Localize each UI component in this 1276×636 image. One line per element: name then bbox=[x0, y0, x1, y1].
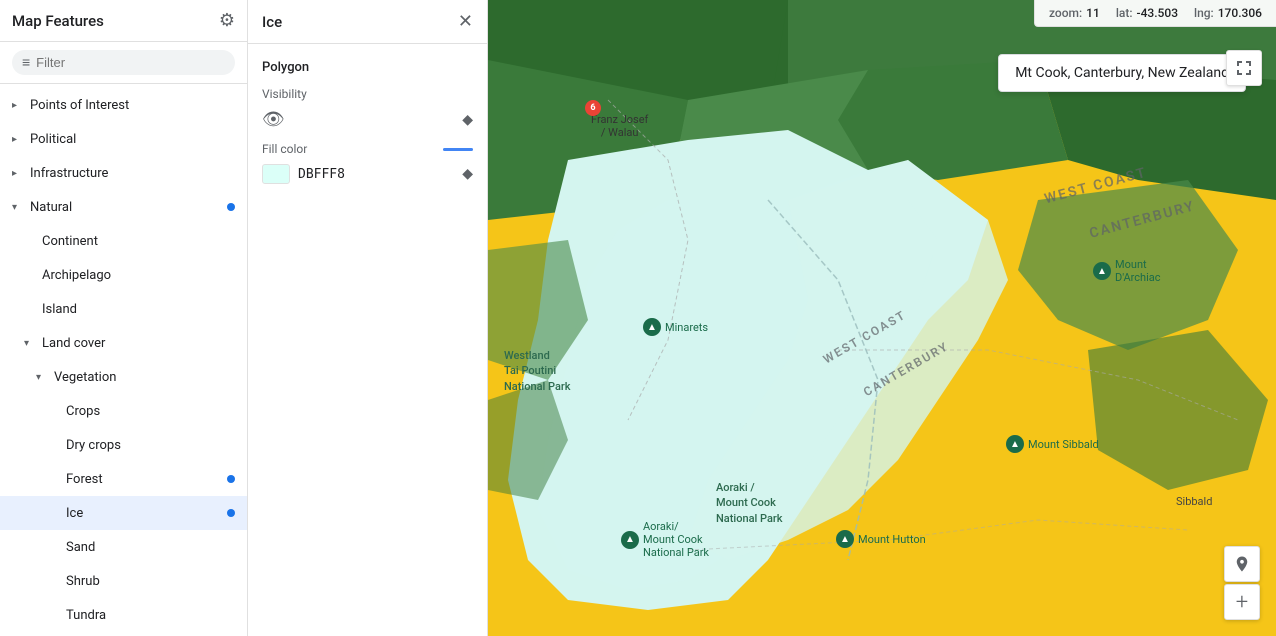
location-button[interactable] bbox=[1224, 546, 1260, 582]
lat-value: -43.503 bbox=[1137, 6, 1179, 20]
visibility-row: 👁 ◆ bbox=[262, 109, 473, 130]
sidebar-item-natural[interactable]: ▾ Natural bbox=[0, 190, 247, 224]
diamond-icon[interactable]: ◆ bbox=[462, 112, 473, 128]
location-tooltip-text: Mt Cook, Canterbury, New Zealand bbox=[1015, 65, 1229, 81]
sidebar-item-points-of-interest[interactable]: ▸ Points of Interest bbox=[0, 88, 247, 122]
filter-icon: ≡ bbox=[22, 54, 30, 71]
lng-label: lng: bbox=[1194, 6, 1214, 20]
sidebar-item-water[interactable]: ▸ Water bbox=[0, 632, 247, 636]
panel-header: Map Features ⚙ bbox=[0, 0, 247, 42]
sidebar-item-label: Ice bbox=[66, 506, 223, 521]
middle-header: Ice ✕ bbox=[248, 0, 487, 44]
sidebar-item-label: Political bbox=[30, 132, 235, 147]
visibility-label: Visibility bbox=[262, 87, 473, 101]
sidebar-item-archipelago[interactable]: Archipelago bbox=[0, 258, 247, 292]
zoom-label: zoom: bbox=[1049, 6, 1082, 20]
westland-label: WestlandTai PoutiniNational Park bbox=[504, 348, 571, 394]
lng-value: 170.306 bbox=[1218, 6, 1262, 20]
fill-color-label: Fill color bbox=[262, 142, 307, 156]
middle-title: Ice bbox=[262, 13, 282, 31]
map-coordinate-bar: zoom: 11 lat: -43.503 lng: 170.306 bbox=[1034, 0, 1276, 27]
sidebar-item-infrastructure[interactable]: ▸ Infrastructure bbox=[0, 156, 247, 190]
sidebar-item-forest[interactable]: Forest bbox=[0, 462, 247, 496]
lat-label: lat: bbox=[1116, 6, 1133, 20]
map-area[interactable]: zoom: 11 lat: -43.503 lng: 170.306 Mt Co… bbox=[488, 0, 1276, 636]
active-dot bbox=[227, 475, 235, 483]
color-line-indicator bbox=[443, 148, 473, 151]
sidebar-item-label: Crops bbox=[66, 404, 235, 419]
color-swatch-row: DBFFF8 ◆ bbox=[262, 164, 473, 184]
sidebar-item-sand[interactable]: Sand bbox=[0, 530, 247, 564]
sidebar-item-shrub[interactable]: Shrub bbox=[0, 564, 247, 598]
lng-display: lng: 170.306 bbox=[1194, 6, 1262, 20]
gear-icon[interactable]: ⚙ bbox=[219, 10, 235, 31]
lat-display: lat: -43.503 bbox=[1116, 6, 1178, 20]
color-swatch[interactable] bbox=[262, 164, 290, 184]
sidebar-item-label: Vegetation bbox=[54, 370, 235, 385]
map-svg bbox=[488, 0, 1276, 636]
franz-josef-marker: 6 bbox=[585, 100, 601, 116]
sidebar-item-continent[interactable]: Continent bbox=[0, 224, 247, 258]
sidebar-item-label: Island bbox=[42, 302, 235, 317]
sidebar-item-label: Forest bbox=[66, 472, 223, 487]
zoom-display: zoom: 11 bbox=[1049, 6, 1100, 20]
property-type: Polygon bbox=[262, 60, 473, 75]
zoom-value: 11 bbox=[1086, 6, 1100, 20]
sidebar-item-vegetation[interactable]: ▾ Vegetation bbox=[0, 360, 247, 394]
sidebar-item-label: Continent bbox=[42, 234, 235, 249]
sidebar-item-tundra[interactable]: Tundra bbox=[0, 598, 247, 632]
filter-bar: ≡ bbox=[0, 42, 247, 84]
sidebar-item-land-cover[interactable]: ▾ Land cover bbox=[0, 326, 247, 360]
aoraki1-label: Aoraki /Mount CookNational Park bbox=[716, 480, 783, 526]
fullscreen-button[interactable] bbox=[1226, 50, 1262, 86]
property-section: Polygon Visibility 👁 ◆ Fill color DBFFF8… bbox=[248, 44, 487, 196]
arrow-icon: ▸ bbox=[12, 168, 24, 179]
sidebar-item-label: Infrastructure bbox=[30, 166, 235, 181]
panel-title: Map Features bbox=[12, 12, 104, 30]
fill-diamond-icon[interactable]: ◆ bbox=[462, 166, 473, 182]
arrow-icon: ▸ bbox=[12, 100, 24, 111]
arrow-icon: ▾ bbox=[24, 338, 36, 349]
sidebar-item-political[interactable]: ▸ Political bbox=[0, 122, 247, 156]
eye-icon[interactable]: 👁 bbox=[262, 109, 285, 130]
active-dot bbox=[227, 203, 235, 211]
sidebar-item-island[interactable]: Island bbox=[0, 292, 247, 326]
arrow-icon: ▾ bbox=[36, 372, 48, 383]
sidebar-item-label: Sand bbox=[66, 540, 235, 555]
sidebar-item-label: Archipelago bbox=[42, 268, 235, 283]
middle-panel: Ice ✕ Polygon Visibility 👁 ◆ Fill color … bbox=[248, 0, 488, 636]
sidebar-item-label: Natural bbox=[30, 200, 223, 215]
sidebar-item-label: Shrub bbox=[66, 574, 235, 589]
map-controls: + bbox=[1224, 546, 1260, 620]
sidebar-item-label: Land cover bbox=[42, 336, 235, 351]
color-hex-value: DBFFF8 bbox=[298, 167, 345, 182]
sidebar-item-crops[interactable]: Crops bbox=[0, 394, 247, 428]
location-tooltip: Mt Cook, Canterbury, New Zealand bbox=[998, 54, 1246, 92]
sidebar-item-dry-crops[interactable]: Dry crops bbox=[0, 428, 247, 462]
sidebar-item-ice[interactable]: Ice bbox=[0, 496, 247, 530]
active-dot bbox=[227, 509, 235, 517]
arrow-icon: ▸ bbox=[12, 134, 24, 145]
filter-input[interactable] bbox=[36, 55, 225, 70]
nav-tree: ▸ Points of Interest ▸ Political ▸ Infra… bbox=[0, 84, 247, 636]
sidebar-item-label: Points of Interest bbox=[30, 98, 235, 113]
sidebar-item-label: Dry crops bbox=[66, 438, 235, 453]
arrow-icon: ▾ bbox=[12, 202, 24, 213]
close-button[interactable]: ✕ bbox=[458, 11, 473, 32]
filter-input-wrap: ≡ bbox=[12, 50, 235, 75]
sidebar-item-label: Tundra bbox=[66, 608, 235, 623]
zoom-in-button[interactable]: + bbox=[1224, 584, 1260, 620]
left-panel: Map Features ⚙ ≡ ▸ Points of Interest ▸ … bbox=[0, 0, 248, 636]
sibbald-label: Sibbald bbox=[1176, 495, 1212, 508]
